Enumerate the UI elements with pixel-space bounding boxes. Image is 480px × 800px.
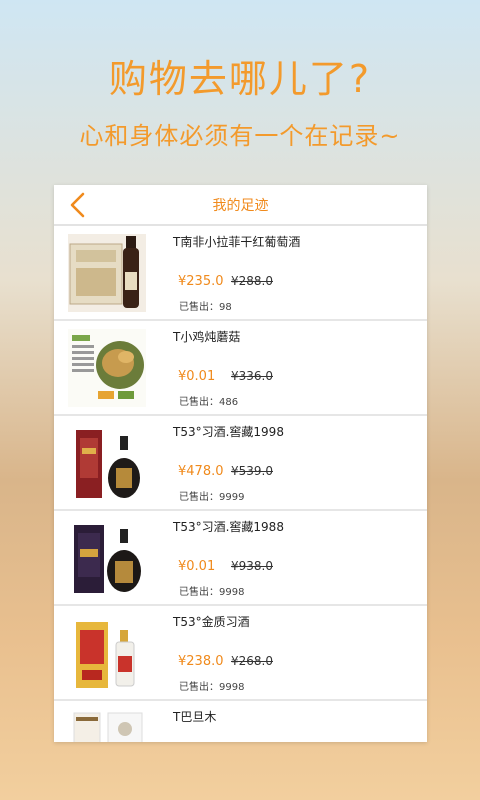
product-image xyxy=(68,709,146,742)
sold-count: 已售出：98 xyxy=(179,302,232,313)
list-item[interactable]: T53°习酒.窖藏1998 ¥478.0 ¥539.0 已售出：9999 xyxy=(54,416,427,511)
product-name: T巴旦木 xyxy=(173,710,217,724)
original-price: ¥268.0 xyxy=(231,654,273,668)
product-price: ¥238.0 xyxy=(178,654,224,669)
list-item[interactable]: T53°习酒.窖藏1988 ¥0.01 ¥938.0 已售出：9998 xyxy=(54,511,427,606)
product-name: T小鸡炖蘑菇 xyxy=(173,330,241,344)
product-price: ¥478.0 xyxy=(178,464,224,479)
list-item[interactable]: T53°金质习酒 ¥238.0 ¥268.0 已售出：9998 xyxy=(54,606,427,701)
original-price: ¥938.0 xyxy=(231,559,273,573)
promo-subline: 心和身体必须有一个在记录~ xyxy=(79,122,401,150)
product-price: ¥0.01 xyxy=(178,559,216,574)
sold-count: 已售出：9998 xyxy=(179,682,245,693)
history-list: T南非小拉菲干红葡萄酒 ¥235.0 ¥288.0 已售出：98 T小鸡炖蘑菇 … xyxy=(54,226,427,742)
product-image xyxy=(68,519,146,597)
product-name: T南非小拉菲干红葡萄酒 xyxy=(173,235,301,249)
product-price: ¥235.0 xyxy=(178,274,224,289)
list-item[interactable]: T小鸡炖蘑菇 ¥0.01 ¥336.0 已售出：486 xyxy=(54,321,427,416)
phone-screen: 我的足迹 T南非小拉菲干红葡萄酒 ¥235.0 ¥288.0 已售出：98 T小… xyxy=(54,185,427,742)
promo-headline: 购物去哪儿了? xyxy=(108,57,372,101)
page-title: 我的足迹 xyxy=(212,197,269,214)
product-price: ¥0.01 xyxy=(178,369,216,384)
product-image xyxy=(68,329,146,407)
product-image xyxy=(68,614,146,692)
chevron-left-icon[interactable] xyxy=(66,191,90,219)
nav-bar: 我的足迹 xyxy=(54,185,427,226)
original-price: ¥539.0 xyxy=(231,464,273,478)
product-name: T53°习酒.窖藏1988 xyxy=(173,520,284,534)
list-item[interactable]: T南非小拉菲干红葡萄酒 ¥235.0 ¥288.0 已售出：98 xyxy=(54,226,427,321)
sold-count: 已售出：9999 xyxy=(179,492,245,503)
product-image xyxy=(68,234,146,312)
product-name: T53°金质习酒 xyxy=(173,615,250,629)
sold-count: 已售出：9998 xyxy=(179,587,245,598)
original-price: ¥288.0 xyxy=(231,274,273,288)
product-image xyxy=(68,424,146,502)
sold-count: 已售出：486 xyxy=(179,397,239,408)
product-name: T53°习酒.窖藏1998 xyxy=(173,425,284,439)
list-item[interactable]: T巴旦木 xyxy=(54,701,427,742)
original-price: ¥336.0 xyxy=(231,369,273,383)
